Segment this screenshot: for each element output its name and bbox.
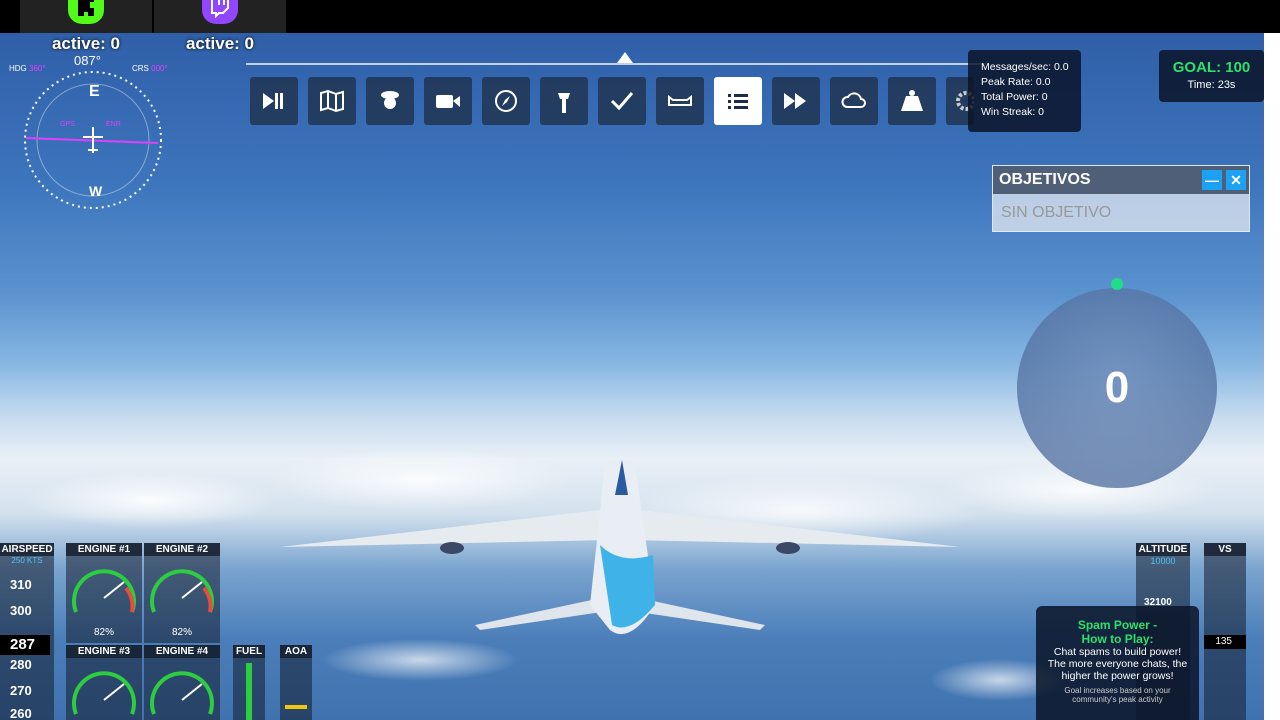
airspeed-tick: 310 — [10, 577, 32, 592]
airspeed-tick: 260 — [10, 706, 32, 720]
close-icon: ✕ — [1230, 172, 1242, 188]
airspeed-tick: 300 — [10, 603, 32, 618]
fuel-label: FUEL — [233, 645, 265, 658]
toolbar — [250, 77, 974, 125]
airspeed-target: 250 KTS — [11, 556, 43, 565]
cardinal-label: E — [89, 83, 100, 100]
toolbar-divider — [246, 63, 986, 65]
fast-forward-icon — [784, 93, 806, 109]
crs-readout: CRS 000° — [132, 64, 168, 73]
objectives-empty: SIN OBJETIVO — [1001, 204, 1112, 221]
objectives-button[interactable] — [714, 77, 762, 125]
power-value: 0 — [1104, 363, 1130, 412]
aoa-gauge: AOA — [280, 645, 312, 720]
objectives-header: OBJETIVOS — ✕ — [993, 166, 1249, 194]
camera-button[interactable] — [424, 77, 472, 125]
engine-2-pct: 82% — [171, 627, 192, 638]
yoke-icon — [668, 95, 692, 106]
engine-3-gauge: ENGINE #3 — [66, 645, 142, 720]
svg-text:ENR: ENR — [106, 121, 121, 128]
power-meter: 0 — [1017, 288, 1217, 488]
airspeed-tick: 280 — [10, 657, 32, 672]
spam-body: Chat spams to build power! The more ever… — [1047, 646, 1188, 682]
engine-3-label: ENGINE #3 — [66, 645, 142, 658]
svg-text:GPS: GPS — [60, 121, 75, 128]
play-pause-button[interactable] — [250, 77, 298, 125]
twitch-icon — [202, 0, 238, 24]
map-icon — [320, 89, 344, 113]
engine-1-gauge: ENGINE #1 82% — [66, 543, 142, 643]
airspeed-label: AIRSPEED — [0, 543, 54, 556]
kick-active: active: 0 — [51, 34, 121, 53]
engine-4-gauge: ENGINE #4 — [144, 645, 220, 720]
altitude-target: 10000 — [1150, 556, 1176, 566]
check-icon — [610, 92, 634, 111]
airplane — [280, 460, 960, 635]
game-screen: active: 0 active: 0 E W GPS ENR HDG 360°… — [0, 0, 1280, 720]
minimize-button[interactable]: — — [1202, 170, 1222, 190]
peak-rate: Peak Rate: 0.0 — [981, 76, 1051, 88]
heading-indicator: E W GPS ENR — [24, 71, 162, 209]
atc-button[interactable] — [540, 77, 588, 125]
map-button[interactable] — [308, 77, 356, 125]
play-pause-icon — [263, 93, 283, 109]
engine-4-label: ENGINE #4 — [144, 645, 220, 658]
chat-stats-panel: Messages/sec: 0.0 Peak Rate: 0.0 Total P… — [968, 50, 1081, 132]
goal-label: GOAL: 100 — [1172, 59, 1251, 76]
twitch-stream — [154, 0, 286, 33]
heading-value: 087° — [74, 53, 101, 68]
spam-title: Spam Power - — [1077, 618, 1158, 632]
spam-power-panel: Spam Power - How to Play: Chat spams to … — [1036, 606, 1199, 720]
weight-icon — [901, 90, 923, 111]
minimize-icon: — — [1205, 172, 1219, 188]
fuel-bar — [246, 663, 252, 720]
objectives-title: OBJETIVOS — [999, 171, 1091, 188]
camera-icon — [436, 95, 460, 108]
toolbar-pointer — [617, 52, 633, 63]
airspeed-tick: 270 — [10, 683, 32, 698]
checklist-button[interactable] — [598, 77, 646, 125]
hdg-readout: HDG 360° — [9, 64, 46, 73]
vs-label: VS — [1204, 543, 1246, 556]
sim-rate-button[interactable] — [772, 77, 820, 125]
engine-2-gauge: ENGINE #2 82% — [144, 543, 220, 643]
aoa-label: AOA — [280, 645, 312, 658]
twitch-active: active: 0 — [185, 34, 255, 53]
goal-time: Time: 23s — [1187, 79, 1236, 91]
spam-subtitle: How to Play: — [1081, 632, 1154, 646]
power-indicator-dot — [1111, 278, 1123, 290]
list-icon — [728, 94, 748, 109]
fuel-gauge: FUEL — [233, 645, 265, 720]
right-edge — [1264, 33, 1280, 720]
engine-1-label: ENGINE #1 — [66, 543, 142, 556]
pilot-icon — [381, 91, 399, 109]
kick-stream — [20, 0, 152, 33]
objectives-panel: OBJETIVOS — ✕ SIN OBJETIVO — [992, 165, 1250, 232]
spam-footnote: Goal increases based on your community's… — [1064, 686, 1171, 704]
airspeed-tape: AIRSPEED 250 KTS 310 300 280 270 260 — [0, 543, 54, 720]
altitude-label: ALTITUDE — [1136, 543, 1190, 556]
aoa-bar — [285, 705, 307, 709]
compass-icon — [495, 90, 517, 112]
cloud-icon — [841, 92, 866, 108]
vs-value: 135 — [1204, 635, 1246, 649]
navlog-button[interactable] — [482, 77, 530, 125]
win-streak: Win Streak: 0 — [981, 106, 1045, 118]
engine-2-label: ENGINE #2 — [144, 543, 220, 556]
engine-1-pct: 82% — [93, 627, 114, 638]
controls-button[interactable] — [656, 77, 704, 125]
tower-icon — [558, 93, 570, 113]
close-button[interactable]: ✕ — [1226, 170, 1246, 190]
total-power: Total Power: 0 — [981, 91, 1048, 103]
weight-button[interactable] — [888, 77, 936, 125]
weather-button[interactable] — [830, 77, 878, 125]
vertical-speed-tape: VS 135 — [1204, 543, 1246, 720]
airspeed-current: 287 — [0, 635, 50, 655]
kick-icon — [68, 0, 104, 24]
pilot-button[interactable] — [366, 77, 414, 125]
svg-text:W: W — [89, 183, 103, 199]
messages-per-sec: Messages/sec: 0.0 — [981, 61, 1069, 73]
goal-panel: GOAL: 100 Time: 23s — [1159, 50, 1264, 102]
